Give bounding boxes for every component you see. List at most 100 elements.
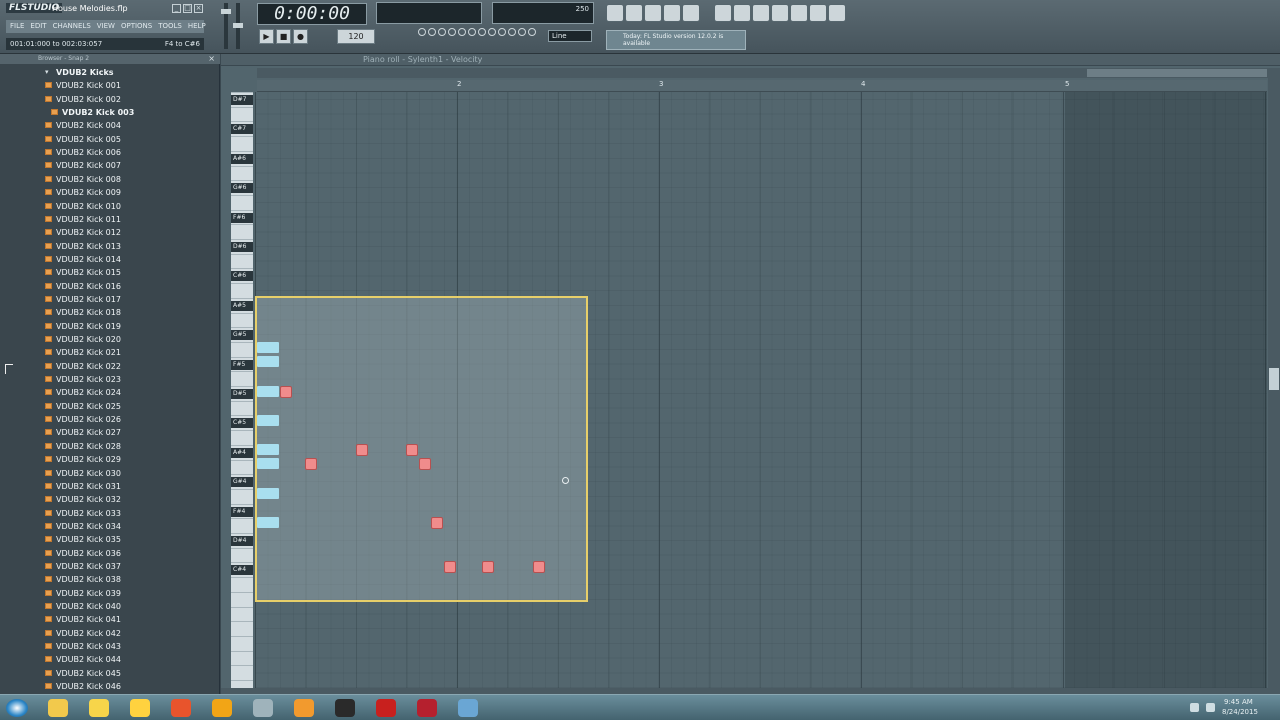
browser-item[interactable]: VDUB2 Kick 028 (0, 440, 218, 453)
window-icon[interactable] (458, 699, 478, 717)
browser-item[interactable]: VDUB2 Kick 034 (0, 520, 218, 533)
tray-date[interactable]: 8/24/2015 (1222, 708, 1258, 716)
overdub-icon[interactable] (528, 28, 536, 36)
browser-item[interactable]: VDUB2 Kick 029 (0, 453, 218, 466)
browser-item[interactable]: VDUB2 Kick 039 (0, 587, 218, 600)
pattern-selector[interactable]: 120 (337, 29, 375, 44)
wait-input-icon[interactable] (498, 28, 506, 36)
master-pitch-slider[interactable] (233, 3, 243, 49)
browser-item[interactable]: VDUB2 Kick 027 (0, 426, 218, 439)
piano-key-label[interactable]: C#6 (231, 271, 253, 282)
browser-item[interactable]: VDUB2 Kick 041 (0, 613, 218, 626)
note-grid[interactable] (255, 92, 1267, 688)
menu-file[interactable]: FILE (10, 20, 24, 33)
scrollbar-thumb[interactable] (1269, 368, 1279, 390)
network-icon[interactable] (1190, 703, 1199, 712)
piano-key-label[interactable]: C#5 (231, 418, 253, 429)
browser-item[interactable]: VDUB2 Kick 009 (0, 186, 218, 199)
browser-item[interactable]: VDUB2 Kick 004 (0, 119, 218, 132)
browser-item[interactable]: VDUB2 Kick 043 (0, 640, 218, 653)
piano-key-label[interactable]: D#7 (231, 95, 253, 105)
browser-item[interactable]: VDUB2 Kick 026 (0, 413, 218, 426)
browser-item[interactable]: VDUB2 Kick 013 (0, 240, 218, 253)
piano-roll-icon[interactable] (625, 4, 643, 22)
tray-time[interactable]: 9:45 AM (1224, 698, 1253, 707)
slider-knob[interactable] (233, 23, 243, 28)
browser-item[interactable]: VDUB2 Kick 042 (0, 627, 218, 640)
countdown-icon[interactable] (438, 28, 446, 36)
piano-key-label[interactable]: G#4 (231, 477, 253, 488)
browser-item[interactable]: VDUB2 Kick 007 (0, 159, 218, 172)
multilink-icon[interactable] (478, 28, 486, 36)
browser-item[interactable]: VDUB2 Kick 010 (0, 200, 218, 213)
browser-item[interactable]: VDUB2 Kick 030 (0, 467, 218, 480)
browser-item[interactable]: VDUB2 Kick 025 (0, 400, 218, 413)
browser-folder-vdub2-kicks[interactable]: ▾ VDUB2 Kicks (0, 66, 218, 79)
punch-icon[interactable] (518, 28, 526, 36)
game-icon[interactable] (376, 699, 396, 717)
browser-item[interactable]: VDUB2 Kick 022 (0, 360, 218, 373)
menu-edit[interactable]: EDIT (30, 20, 46, 33)
selection-box[interactable] (255, 296, 588, 602)
piano-key-label[interactable]: A#5 (231, 300, 253, 311)
browser-item[interactable]: VDUB2 Kick 040 (0, 600, 218, 613)
browser-item[interactable]: VDUB2 Kick 003 (0, 106, 218, 119)
loop-icon[interactable] (458, 28, 466, 36)
note[interactable] (406, 444, 418, 456)
firefox-icon[interactable] (171, 699, 191, 717)
audio-icon[interactable] (212, 699, 232, 717)
menu-channels[interactable]: CHANNELS (53, 20, 91, 33)
typing-keyboard-icon[interactable] (488, 28, 496, 36)
piano-key-label[interactable]: F#5 (231, 359, 253, 370)
steam-icon[interactable] (335, 699, 355, 717)
browser-item[interactable]: VDUB2 Kick 015 (0, 266, 218, 279)
browser-item[interactable]: VDUB2 Kick 033 (0, 507, 218, 520)
minimize-icon[interactable]: _ (172, 4, 181, 13)
plugin-icon[interactable] (790, 4, 808, 22)
channel-rack-icon[interactable] (644, 4, 662, 22)
maximize-icon[interactable]: □ (183, 4, 192, 13)
menu-tools[interactable]: TOOLS (158, 20, 182, 33)
piano-key-label[interactable]: A#4 (231, 447, 253, 458)
piano-key-label[interactable]: F#4 (231, 506, 253, 517)
horizontal-scrollbar[interactable] (257, 68, 1280, 78)
browser-item[interactable]: VDUB2 Kick 014 (0, 253, 218, 266)
vertical-scrollbar[interactable] (1268, 68, 1280, 694)
piano-key-label[interactable]: D#4 (231, 536, 253, 546)
save-icon[interactable] (809, 4, 827, 22)
piano-keyboard[interactable]: D#7 C#7 A#6 G#6 F#6 D#6 C#6 A#5 G#5 F#5 D#5 C#5 A#4 G… (231, 92, 253, 688)
piano-key-label[interactable]: F#6 (231, 212, 253, 223)
note[interactable] (419, 458, 431, 470)
menu-options[interactable]: OPTIONS (121, 20, 152, 33)
browser-item[interactable]: VDUB2 Kick 005 (0, 133, 218, 146)
piano-key-label[interactable]: D#5 (231, 389, 253, 399)
browser-item[interactable]: VDUB2 Kick 044 (0, 653, 218, 666)
piano-key-label[interactable]: G#5 (231, 330, 253, 341)
browser-item[interactable]: VDUB2 Kick 032 (0, 493, 218, 506)
blend-icon[interactable] (468, 28, 476, 36)
stop-icon[interactable]: ■ (276, 29, 291, 44)
playlist-icon[interactable] (606, 4, 624, 22)
snap-select[interactable]: Line (548, 30, 592, 42)
browser-item[interactable]: VDUB2 Kick 017 (0, 293, 218, 306)
metronome-icon[interactable] (418, 28, 426, 36)
browser-item[interactable]: VDUB2 Kick 012 (0, 226, 218, 239)
piano-key-label[interactable]: G#6 (231, 183, 253, 194)
master-volume-slider[interactable] (221, 3, 231, 49)
volume-icon[interactable] (1206, 703, 1215, 712)
browser-item[interactable]: VDUB2 Kick 016 (0, 280, 218, 293)
note[interactable] (482, 561, 494, 573)
scrollbar-thumb[interactable] (1087, 69, 1267, 77)
start-button-icon[interactable] (6, 699, 28, 717)
browser-item[interactable]: VDUB2 Kick 018 (0, 306, 218, 319)
note[interactable] (280, 386, 292, 398)
tempo-value[interactable]: 250 (576, 5, 589, 13)
settings-icon[interactable] (771, 4, 789, 22)
piano-key-label[interactable]: A#6 (231, 153, 253, 164)
close-icon[interactable]: × (208, 54, 215, 63)
piano-roll-title[interactable]: Piano roll - Sylenth1 - Velocity (363, 54, 482, 66)
song-time-display[interactable]: 0:00:00 (257, 3, 367, 25)
step-edit-icon[interactable] (448, 28, 456, 36)
fl-studio-icon[interactable] (253, 699, 273, 717)
help-icon[interactable] (828, 4, 846, 22)
